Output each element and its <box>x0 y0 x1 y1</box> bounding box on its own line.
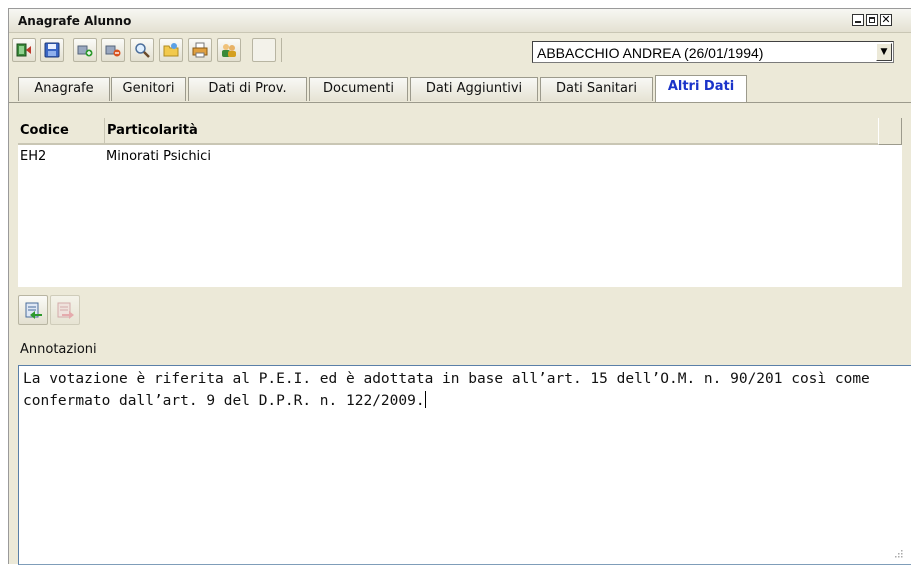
open-button[interactable] <box>159 38 183 62</box>
search-icon <box>135 43 150 58</box>
add-row-button[interactable] <box>18 295 48 325</box>
delete-record-button[interactable] <box>101 38 125 62</box>
tab-dati-sanitari[interactable]: Dati Sanitari <box>540 77 653 101</box>
annotazioni-textarea[interactable]: La votazione è riferita al P.E.I. ed è a… <box>18 365 911 565</box>
search-button[interactable] <box>130 38 154 62</box>
add-record-button[interactable] <box>73 38 97 62</box>
toolbar: ABBACCHIO ANDREA (26/01/1994) ▼ <box>9 34 911 65</box>
save-icon <box>44 42 60 58</box>
anagrafe-alunno-window: Anagrafe Alunno ✕ ABBACCHIO ANDREA (26/0… <box>8 8 911 565</box>
tab-documenti[interactable]: Documenti <box>309 77 408 101</box>
exit-button[interactable] <box>12 38 36 62</box>
resize-grip-icon[interactable] <box>893 548 903 558</box>
add-record-icon <box>77 45 93 57</box>
text-caret <box>424 391 426 408</box>
tab-anagrafe[interactable]: Anagrafe <box>18 77 110 101</box>
column-header-particolarita[interactable]: Particolarità <box>105 118 878 145</box>
tab-divider <box>9 102 911 103</box>
student-select-value: ABBACCHIO ANDREA (26/01/1994) <box>537 45 764 61</box>
annotazioni-text: La votazione è riferita al P.E.I. ed è a… <box>23 371 879 409</box>
remove-row-button[interactable] <box>50 295 80 325</box>
delete-record-icon <box>105 45 121 57</box>
users-button[interactable] <box>217 38 241 62</box>
save-button[interactable] <box>40 38 64 62</box>
cell-codice: EH2 <box>20 149 47 164</box>
tab-dati-aggiuntivi[interactable]: Dati Aggiuntivi <box>410 77 538 101</box>
header-corner <box>878 118 902 145</box>
table-row[interactable]: EH2 Minorati Psichici <box>18 148 902 168</box>
tab-altri-dati[interactable]: Altri Dati <box>655 75 747 102</box>
toolbar-separator <box>281 38 282 62</box>
student-select[interactable]: ABBACCHIO ANDREA (26/01/1994) ▼ <box>532 41 894 63</box>
window-controls: ✕ <box>850 14 892 26</box>
exit-icon <box>16 43 31 57</box>
cell-particolarita: Minorati Psichici <box>106 149 211 164</box>
toolbar-empty-slot <box>252 38 276 62</box>
chevron-down-icon[interactable]: ▼ <box>876 43 892 61</box>
print-icon <box>192 42 208 58</box>
maximize-icon[interactable] <box>866 14 878 26</box>
remove-row-icon <box>57 302 74 319</box>
tab-dati-di-prov[interactable]: Dati di Prov. <box>188 77 307 101</box>
particolarita-table: Codice Particolarità EH2 Minorati Psichi… <box>18 118 902 287</box>
tab-genitori[interactable]: Genitori <box>111 77 186 101</box>
minimize-icon[interactable] <box>852 14 864 26</box>
table-header: Codice Particolarità <box>18 118 902 145</box>
column-header-codice[interactable]: Codice <box>18 118 105 145</box>
add-row-icon <box>25 302 42 319</box>
close-icon[interactable]: ✕ <box>880 14 892 26</box>
annotazioni-label: Annotazioni <box>20 342 97 357</box>
print-button[interactable] <box>188 38 212 62</box>
users-icon <box>222 44 236 57</box>
open-folder-icon <box>163 43 179 57</box>
title-bar[interactable]: Anagrafe Alunno ✕ <box>9 9 911 33</box>
window-title: Anagrafe Alunno <box>18 14 132 28</box>
